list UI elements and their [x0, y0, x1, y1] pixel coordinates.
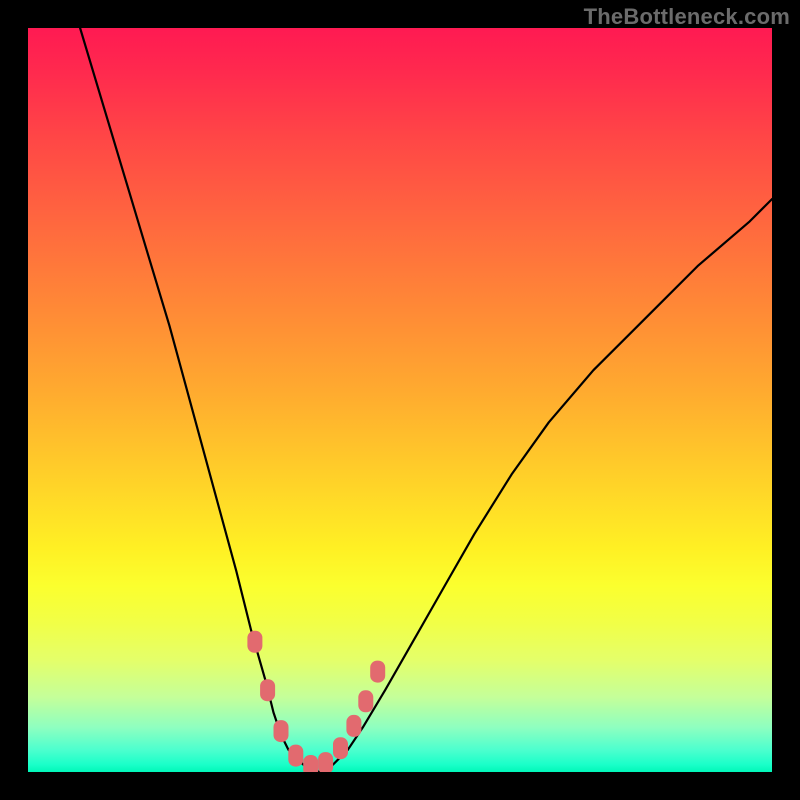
valley-marker-group: [247, 631, 385, 772]
valley-marker: [303, 755, 318, 772]
watermark-text: TheBottleneck.com: [584, 4, 790, 30]
valley-marker: [247, 631, 262, 653]
valley-marker: [333, 737, 348, 759]
chart-frame: TheBottleneck.com: [0, 0, 800, 800]
curve-line: [80, 28, 772, 772]
valley-marker: [260, 679, 275, 701]
plot-area: [28, 28, 772, 772]
valley-marker: [358, 690, 373, 712]
valley-marker: [274, 720, 289, 742]
chart-overlay: [28, 28, 772, 772]
valley-marker: [370, 661, 385, 683]
valley-marker: [288, 745, 303, 767]
valley-marker: [346, 715, 361, 737]
valley-marker: [318, 752, 333, 772]
